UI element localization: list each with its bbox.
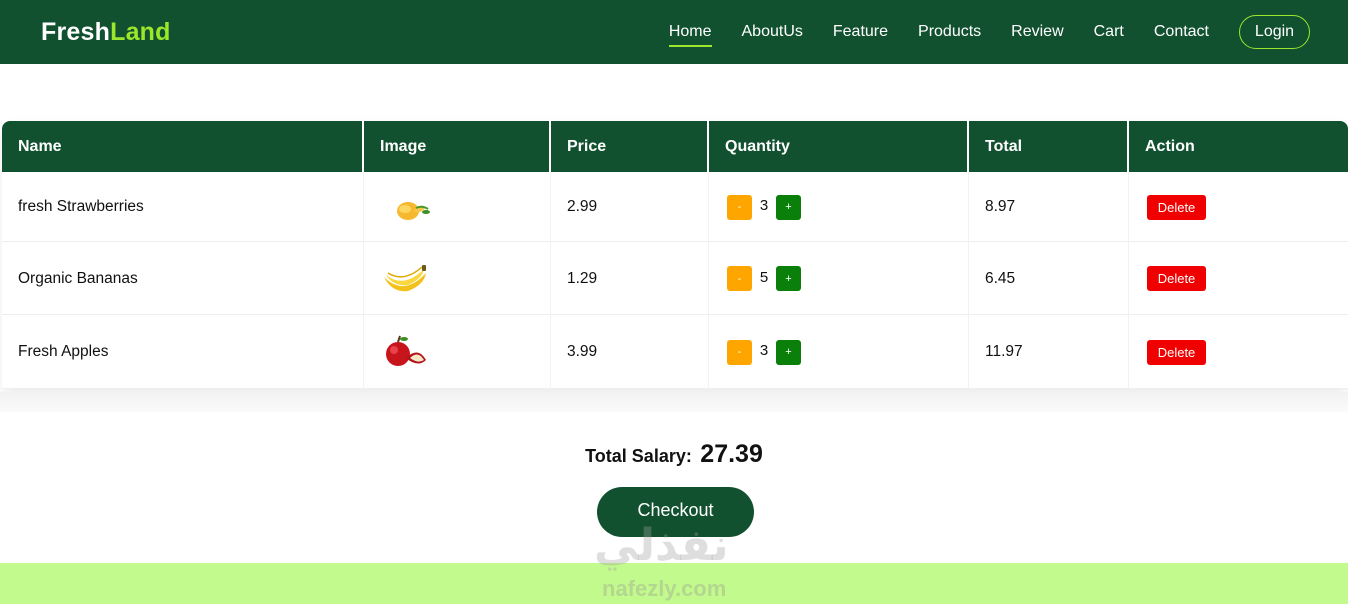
product-price: 1.29: [551, 242, 709, 315]
cart-summary: Total Salary: 27.39: [0, 440, 1348, 469]
delete-button[interactable]: Delete: [1147, 339, 1206, 365]
action-cell: Delete: [1129, 242, 1348, 315]
delete-button[interactable]: Delete: [1147, 194, 1206, 220]
decrease-button[interactable]: -: [727, 194, 752, 220]
product-name: fresh Strawberries: [2, 172, 364, 242]
header-quantity: Quantity: [709, 121, 969, 172]
quantity-stepper: - 3 +: [727, 339, 801, 365]
quantity-stepper: - 5 +: [727, 266, 801, 291]
banana-icon: [384, 264, 426, 291]
quantity-cell: - 3 +: [709, 172, 969, 242]
increase-button[interactable]: +: [776, 266, 801, 291]
product-price: 3.99: [551, 315, 709, 389]
header-total: Total: [969, 121, 1129, 172]
decrease-button[interactable]: -: [727, 339, 752, 365]
nav-feature[interactable]: Feature: [833, 23, 888, 41]
header-name: Name: [2, 121, 364, 172]
nav-aboutus[interactable]: AboutUs: [742, 23, 803, 41]
product-name: Fresh Apples: [2, 315, 364, 389]
action-cell: Delete: [1129, 315, 1348, 389]
nav-menu: Home AboutUs Feature Products Review Car…: [639, 0, 1310, 64]
action-cell: Delete: [1129, 172, 1348, 242]
header-action: Action: [1145, 137, 1195, 155]
product-total: 8.97: [969, 172, 1129, 242]
product-total: 11.97: [969, 315, 1129, 389]
quantity-cell: - 5 +: [709, 242, 969, 315]
navbar: FreshLand Home AboutUs Feature Products …: [0, 0, 1348, 64]
nav-products[interactable]: Products: [918, 23, 981, 41]
brand-part1: Fresh: [41, 18, 111, 46]
delete-button[interactable]: Delete: [1147, 266, 1206, 291]
decrease-button[interactable]: -: [727, 266, 752, 291]
nav-review[interactable]: Review: [1011, 23, 1063, 41]
table-row: Organic Bananas 1.29 - 5 + 6.45 Delete: [2, 242, 1348, 315]
watermark-latin: nafezly.com: [602, 576, 727, 601]
product-total: 6.45: [969, 242, 1129, 315]
brand-logo[interactable]: FreshLand: [41, 18, 171, 47]
header-price: Price: [551, 121, 709, 172]
quantity-value: 3: [759, 342, 769, 359]
increase-button[interactable]: +: [776, 194, 801, 220]
cart-table: Name Image Price Quantity Total Action f…: [2, 121, 1348, 389]
login-button[interactable]: Login: [1239, 15, 1310, 49]
product-image-cell: [364, 172, 551, 242]
watermark-arabic: نفذلي: [594, 520, 729, 571]
brand-part2: Land: [110, 18, 171, 46]
table-row: Fresh Apples 3.99 - 3 + 11.97 Delete: [2, 315, 1348, 389]
table-row: fresh Strawberries 2.99 - 3 + 8.97 Delet…: [2, 172, 1348, 242]
total-label: Total Salary:: [585, 446, 692, 466]
mango-icon: [397, 202, 430, 220]
nav-contact[interactable]: Contact: [1154, 23, 1209, 41]
quantity-cell: - 3 +: [709, 315, 969, 389]
quantity-value: 5: [759, 268, 769, 286]
table-header: Name Image Price Quantity Total Action: [2, 121, 1348, 172]
quantity-value: 3: [759, 197, 769, 214]
table-shadow-band: [0, 392, 1348, 412]
product-image-cell: [364, 315, 551, 389]
total-value: 27.39: [700, 440, 763, 468]
product-image-cell: [364, 242, 551, 315]
header-image: Image: [364, 121, 551, 172]
product-name: Organic Bananas: [2, 242, 364, 315]
nav-home[interactable]: Home: [668, 23, 712, 47]
increase-button[interactable]: +: [776, 339, 801, 365]
nav-cart[interactable]: Cart: [1094, 23, 1124, 41]
quantity-stepper: - 3 +: [727, 194, 801, 220]
product-price: 2.99: [551, 172, 709, 242]
apple-icon: [386, 335, 426, 366]
